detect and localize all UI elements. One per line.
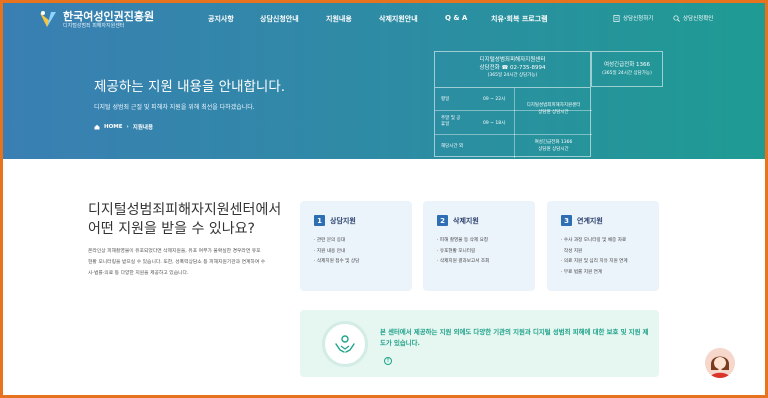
home-icon xyxy=(94,124,100,130)
card-head: 2 삭제지원 xyxy=(437,215,535,226)
card-item: · 삭제지원 접수 및 상담 xyxy=(314,259,360,264)
card-head: 3 연계지원 xyxy=(561,215,659,226)
info-row-time: 09 ~ 22시 xyxy=(483,97,506,102)
card-item: · 수사 과정 모니터링 및 채증 자료 xyxy=(561,238,627,243)
card-item: · 유포현황 모니터링 xyxy=(437,248,476,254)
breadcrumb-home[interactable]: HOME xyxy=(104,124,123,130)
hands-icon xyxy=(322,321,368,367)
card-item: · 의료 지원 및 심리 치유 지원 연계 xyxy=(561,259,628,264)
card-item: · 지원 내용 안내 xyxy=(314,248,346,254)
other-support-notice: 본 센터에서 제공하는 지원 외에도 다양한 기관의 지원과 디지털 성범죄 피… xyxy=(300,310,659,377)
emergency-hours-label: 여성긴급전화 1366 상담원 상담시간 xyxy=(515,139,592,153)
emergency-hours-line2: 상담원 상담시간 xyxy=(538,147,569,152)
card-head: 1 상담지원 xyxy=(314,215,412,226)
card-number-badge: 1 xyxy=(314,215,325,226)
nav-item-notice[interactable]: 공지사항 xyxy=(208,14,234,24)
counsel-info-box: 디지털성범죄피해자지원센터 상담전화 ☎ 02-735-8994 (365일 2… xyxy=(434,51,592,158)
nav-item-counsel-guide[interactable]: 상담신청안내 xyxy=(260,14,299,24)
info-row-label: 해당시간 외 xyxy=(441,144,464,149)
support-card-delete: 2 삭제지원 · 피해 촬영물 등 삭제 요청 · 유포현황 모니터링 · 삭제… xyxy=(423,201,535,291)
card-title: 연계지원 xyxy=(577,216,603,225)
card-item: 작성 지원 xyxy=(561,248,583,254)
info-row-time: 09 ~ 18시 xyxy=(483,121,506,126)
support-card-link: 3 연계지원 · 수사 과정 모니터링 및 채증 자료 작성 지원 · 의료 지… xyxy=(547,201,659,291)
card-item: · 피해 촬영물 등 삭제 요청 xyxy=(437,238,489,243)
breadcrumb-separator: › xyxy=(126,124,129,130)
nav-item-support[interactable]: 지원내용 xyxy=(326,14,352,24)
section-question-title: 디지털성범죄피해자지원센터에서 어떤 지원을 받을 수 있나요? xyxy=(88,202,282,237)
center-phone-note: (365일 24시간 상담가능) xyxy=(487,73,538,78)
card-item: · 무료 법률 지원 연계 xyxy=(561,269,603,275)
hero-banner: 한국여성인권진흥원 디지털성범죄 피해자지원센터 공지사항 상담신청안내 지원내… xyxy=(3,3,765,159)
card-number-badge: 2 xyxy=(437,215,448,226)
nav-item-delete-guide[interactable]: 삭제지원안내 xyxy=(379,14,418,24)
info-row-label: 주말 및 공휴일 xyxy=(441,116,461,127)
emergency-hours-line1: 여성긴급전화 1366 xyxy=(534,140,573,145)
nav-item-healing-program[interactable]: 치유·회복 프로그램 xyxy=(491,14,548,24)
page-description: 디지털 성범죄 근절 및 피해자 지원을 위해 최선을 다하겠습니다. xyxy=(94,104,255,111)
info-icon[interactable]: ! xyxy=(384,357,392,365)
card-number-badge: 3 xyxy=(561,215,572,226)
info-row-label: 평일 xyxy=(441,97,450,102)
check-counsel-label: 상담신청확인 xyxy=(683,16,714,22)
info-box-header: 디지털성범죄피해자지원센터 상담전화 ☎ 02-735-8994 (365일 2… xyxy=(435,52,590,88)
section-question-body: 온라인상 피해촬영물이 유포되었다면 삭제지원을, 유포 여부가 불확실한 경우… xyxy=(88,249,266,276)
center-phone[interactable]: 상담전화 ☎ 02-735-8994 xyxy=(435,64,590,72)
check-counsel-link[interactable]: 상담신청확인 xyxy=(673,14,713,22)
search-icon xyxy=(673,14,680,22)
center-hours-line2: 상담원 상담시간 xyxy=(538,110,569,115)
center-hours-line1: 디지털성범죄피해자지원센터 xyxy=(526,103,581,108)
notice-text: 본 센터에서 제공하는 지원 외에도 다양한 기관의 지원과 디지털 성범죄 피… xyxy=(380,328,649,347)
card-item: · 관련 문의 응대 xyxy=(314,238,346,243)
center-name: 디지털성범죄피해자지원센터 xyxy=(479,57,546,63)
emergency-call-number[interactable]: 여성긴급전화 1366 xyxy=(592,61,662,70)
page-title: 제공하는 지원 내용을 안내합니다. xyxy=(94,79,286,95)
document-icon xyxy=(613,14,620,22)
chatbot-avatar-button[interactable] xyxy=(705,348,735,378)
emergency-call-box: 여성긴급전화 1366 (365일 24시간 상담가능) xyxy=(591,51,663,87)
card-title: 상담지원 xyxy=(330,216,356,225)
support-card-counsel: 1 상담지원 · 관련 문의 응대 · 지원 내용 안내 · 삭제지원 접수 및… xyxy=(300,201,412,291)
breadcrumb-current: 지원내용 xyxy=(132,125,154,131)
emergency-call-note: (365일 24시간 상담가능) xyxy=(602,71,652,76)
nav-item-qna[interactable]: Q & A xyxy=(445,14,467,22)
center-hours-label: 디지털성범죄피해자지원센터 상담원 상담시간 xyxy=(515,102,592,116)
apply-counsel-label: 상담신청하기 xyxy=(623,16,654,22)
page-frame: 한국여성인권진흥원 디지털성범죄 피해자지원센터 공지사항 상담신청안내 지원내… xyxy=(3,3,765,395)
breadcrumb: HOME › 지원내용 xyxy=(94,123,153,131)
card-title: 삭제지원 xyxy=(453,216,479,225)
counselor-avatar-icon xyxy=(705,348,735,378)
apply-counsel-link[interactable]: 상담신청하기 xyxy=(613,14,653,22)
card-item: · 삭제지원 결과보고서 조회 xyxy=(437,259,490,264)
